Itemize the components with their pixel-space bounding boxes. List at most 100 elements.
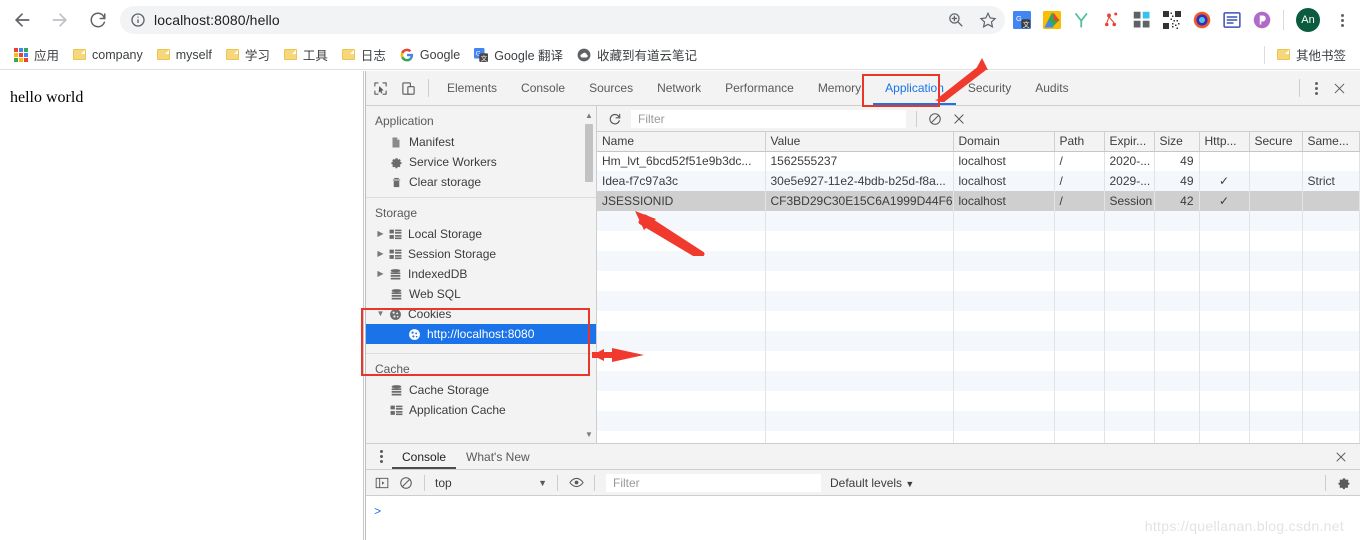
tab-performance[interactable]: Performance (713, 71, 806, 105)
bookmark-star-icon[interactable] (979, 11, 997, 29)
bookmark-company[interactable]: company (67, 44, 149, 66)
console-log-levels-selector[interactable]: Default levels ▼ (830, 476, 914, 490)
qrcode-extension-icon[interactable] (1163, 11, 1181, 29)
tab-audits[interactable]: Audits (1023, 71, 1080, 105)
sidebar-item-web-sql[interactable]: Web SQL (366, 284, 596, 304)
sidebar-scrollbar[interactable]: ▲ ▼ (584, 110, 594, 439)
profile-avatar[interactable]: An (1296, 8, 1320, 32)
console-sidebar-toggle-icon[interactable] (370, 472, 394, 494)
sidebar-item-clear-storage[interactable]: Clear storage (366, 172, 596, 192)
cell-secure (1249, 151, 1303, 171)
bookmark-youdao[interactable]: 收藏到有道云笔记 (571, 44, 703, 66)
tab-elements[interactable]: Elements (435, 71, 509, 105)
sidebar-item-cookie-origin[interactable]: http://localhost:8080 (366, 324, 596, 344)
chevron-right-icon[interactable]: ▶ (375, 250, 386, 258)
console-settings-gear-icon[interactable] (1332, 472, 1356, 494)
scroll-up-arrow-icon[interactable]: ▲ (584, 110, 594, 120)
cell-expires: Session (1104, 191, 1155, 211)
site-info-icon[interactable] (130, 12, 146, 28)
drive-extension-icon[interactable] (1043, 11, 1061, 29)
table-filler-row (597, 271, 1360, 291)
delete-selected-cookie-icon[interactable] (947, 108, 971, 130)
drawer-menu-icon[interactable] (370, 450, 392, 463)
chevron-right-icon[interactable]: ▶ (375, 270, 386, 278)
inspect-element-icon[interactable] (366, 75, 394, 101)
devtools-close-icon[interactable] (1326, 75, 1352, 101)
tab-security[interactable]: Security (956, 71, 1023, 105)
table-filler-row (597, 411, 1360, 431)
tab-application[interactable]: Application (873, 71, 956, 105)
circle-extension-icon[interactable] (1193, 11, 1211, 29)
sidebar-item-label: Local Storage (408, 227, 483, 241)
column-header-name[interactable]: Name (597, 132, 766, 152)
bookmark-other[interactable]: 其他书签 (1271, 44, 1352, 66)
column-header-samesite[interactable]: Same... (1302, 132, 1360, 152)
yandex-extension-icon[interactable] (1073, 11, 1091, 29)
tab-memory[interactable]: Memory (806, 71, 873, 105)
tab-console[interactable]: Console (509, 71, 577, 105)
sidebar-item-indexeddb[interactable]: ▶ IndexedDB (366, 264, 596, 284)
refresh-icon[interactable] (603, 108, 627, 130)
notes-extension-icon[interactable] (1223, 11, 1241, 29)
table-filler-row (597, 231, 1360, 251)
drawer-tab-whats-new[interactable]: What's New (456, 444, 540, 469)
column-header-secure[interactable]: Secure (1249, 132, 1303, 152)
device-toolbar-icon[interactable] (394, 75, 422, 101)
cookies-filter-input[interactable]: Filter (631, 109, 906, 128)
tab-network[interactable]: Network (645, 71, 713, 105)
table-row[interactable]: Hm_lvt_6bcd52f51e9b3dc... 1562555237 loc… (597, 151, 1360, 171)
tab-sources[interactable]: Sources (577, 71, 645, 105)
bookmark-myself[interactable]: myself (151, 44, 218, 66)
column-header-httponly[interactable]: Http... (1199, 132, 1250, 152)
drawer-tabbar: Console What's New (366, 444, 1360, 470)
folder-icon (73, 49, 87, 60)
chevron-right-icon[interactable]: ▶ (375, 230, 386, 238)
google-translate-extension-icon[interactable]: G文 (1013, 11, 1031, 29)
bookmark-gongju[interactable]: 工具 (278, 44, 334, 66)
zoom-icon[interactable] (947, 11, 965, 29)
column-header-size[interactable]: Size (1154, 132, 1200, 152)
sidebar-item-session-storage[interactable]: ▶ Session Storage (366, 244, 596, 264)
bookmark-google[interactable]: Google (394, 44, 466, 66)
clear-all-cookies-icon[interactable] (923, 108, 947, 130)
chrome-menu-icon[interactable] (1332, 13, 1352, 27)
column-header-domain[interactable]: Domain (953, 132, 1055, 152)
console-filter-input[interactable]: Filter (606, 473, 821, 492)
database-icon (389, 287, 403, 301)
drawer-tab-console[interactable]: Console (392, 444, 457, 469)
column-header-path[interactable]: Path (1054, 132, 1105, 152)
chevron-down-icon[interactable]: ▼ (375, 310, 386, 318)
sidebar-item-service-workers[interactable]: Service Workers (366, 152, 596, 172)
forward-arrow-icon[interactable] (44, 4, 76, 36)
bookmark-google-translate[interactable]: G文 Google 翻译 (468, 44, 569, 66)
column-header-expires[interactable]: Expir... (1104, 132, 1155, 152)
table-row[interactable]: Idea-f7c97a3c 30e5e927-11e2-4bdb-b25d-f8… (597, 171, 1360, 191)
sidebar-item-manifest[interactable]: Manifest (366, 132, 596, 152)
sidebar-item-application-cache[interactable]: Application Cache (366, 400, 596, 420)
sidebar-item-cache-storage[interactable]: Cache Storage (366, 380, 596, 400)
scroll-down-arrow-icon[interactable]: ▼ (584, 429, 594, 439)
cookies-table-container[interactable]: Name Value Domain Path Expir... Size Htt… (597, 132, 1360, 443)
bookmark-rizhi[interactable]: 日志 (336, 44, 392, 66)
scrollbar-thumb[interactable] (585, 124, 593, 182)
blocks-extension-icon[interactable] (1133, 11, 1151, 29)
cell-expires: 2020-... (1104, 151, 1155, 171)
bookmark-xuexi[interactable]: 学习 (220, 44, 276, 66)
reload-icon[interactable] (82, 4, 114, 36)
table-row[interactable]: JSESSIONID CF3BD29C30E15C6A1999D44F6... … (597, 191, 1360, 211)
devtools-menu-icon[interactable] (1306, 81, 1326, 95)
clear-console-icon[interactable] (394, 472, 418, 494)
live-expression-eye-icon[interactable] (564, 472, 588, 494)
sidebar-item-cookies[interactable]: ▼ Cookies (366, 304, 596, 324)
column-header-value[interactable]: Value (765, 132, 954, 152)
sitemap-extension-icon[interactable] (1103, 11, 1121, 29)
purple-extension-icon[interactable] (1253, 11, 1271, 29)
cell-samesite: Strict (1302, 171, 1360, 191)
address-bar[interactable]: localhost:8080/hello (120, 6, 1005, 34)
drawer-close-icon[interactable] (1328, 444, 1354, 470)
console-context-selector[interactable]: top ▼ (431, 474, 551, 492)
back-arrow-icon[interactable] (6, 4, 38, 36)
folder-icon (156, 49, 170, 60)
sidebar-item-local-storage[interactable]: ▶ Local Storage (366, 224, 596, 244)
bookmark-apps[interactable]: 应用 (8, 44, 65, 66)
